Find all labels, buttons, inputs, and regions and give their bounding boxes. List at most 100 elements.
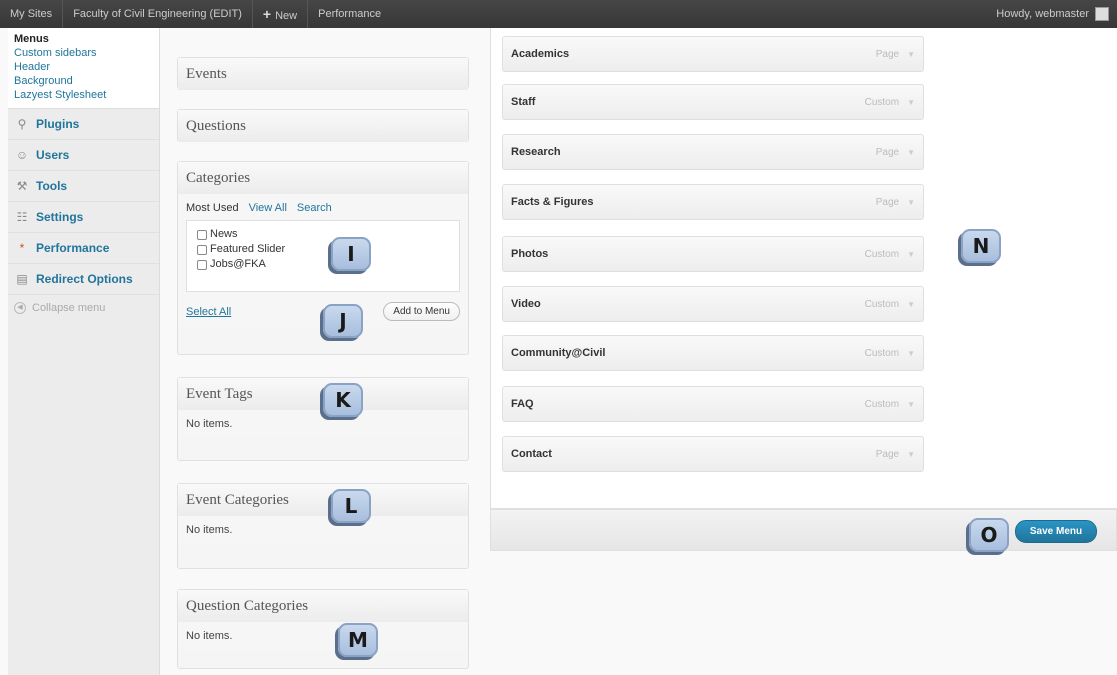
menu-item-type: Page bbox=[875, 147, 900, 158]
menu-item-type: Custom bbox=[864, 97, 900, 108]
collapse-menu-button[interactable]: ◀ Collapse menu bbox=[8, 295, 159, 321]
menu-item-row[interactable]: Photos Custom ▼ bbox=[502, 236, 924, 272]
event-categories-box: Event Categories No items. bbox=[177, 483, 469, 569]
appearance-submenu: Menus Custom sidebars Header Background … bbox=[8, 28, 159, 109]
menu-item-title: FAQ bbox=[511, 398, 534, 410]
sidebar-item-label: Users bbox=[36, 148, 70, 162]
expand-arrow-icon[interactable]: ▼ bbox=[907, 450, 915, 459]
submenu-item-header[interactable]: Header bbox=[8, 60, 159, 74]
submenu-item-background[interactable]: Background bbox=[8, 74, 159, 88]
callout-marker: K bbox=[323, 383, 363, 417]
submenu-item-menus[interactable]: Menus bbox=[8, 32, 159, 46]
sidebar-item-users[interactable]: ☺ Users bbox=[8, 140, 159, 171]
event-tags-empty: No items. bbox=[178, 410, 468, 438]
users-icon: ☺ bbox=[15, 148, 29, 162]
tab-most-used[interactable]: Most Used bbox=[186, 202, 239, 214]
expand-arrow-icon[interactable]: ▼ bbox=[907, 198, 915, 207]
question-categories-box-title[interactable]: Question Categories bbox=[178, 590, 468, 622]
categories-box-title[interactable]: Categories bbox=[178, 162, 468, 194]
menu-item-title: Facts & Figures bbox=[511, 196, 594, 208]
submenu-item-custom-sidebars[interactable]: Custom sidebars bbox=[8, 46, 159, 60]
callout-marker: N bbox=[961, 229, 1001, 263]
admin-bar: My Sites Faculty of Civil Engineering (E… bbox=[0, 0, 1117, 28]
expand-arrow-icon[interactable]: ▼ bbox=[907, 349, 915, 358]
menu-item-row[interactable]: Contact Page ▼ bbox=[502, 436, 924, 472]
menu-item-row[interactable]: Community@Civil Custom ▼ bbox=[502, 335, 924, 371]
redirect-icon: ▤ bbox=[16, 272, 28, 286]
howdy-link[interactable]: Howdy, webmaster bbox=[986, 0, 1089, 28]
save-menu-button[interactable]: Save Menu bbox=[1015, 520, 1097, 543]
callout-marker: J bbox=[323, 304, 363, 338]
sidebar-item-label: Redirect Options bbox=[36, 272, 133, 286]
menu-item-title: Academics bbox=[511, 48, 570, 60]
menu-item-row[interactable]: Staff Custom ▼ bbox=[502, 84, 924, 120]
tab-view-all[interactable]: View All bbox=[249, 202, 287, 214]
expand-arrow-icon[interactable]: ▼ bbox=[907, 250, 915, 259]
menu-item-type: Page bbox=[875, 449, 900, 460]
select-all-link[interactable]: Select All bbox=[186, 306, 231, 318]
my-sites-link[interactable]: My Sites bbox=[0, 0, 62, 28]
categories-checklist: News Featured Slider Jobs@FKA bbox=[186, 220, 460, 292]
sidebar-item-tools[interactable]: ⚒ Tools bbox=[8, 171, 159, 202]
menu-item-title: Contact bbox=[511, 448, 552, 460]
questions-box: Questions bbox=[177, 109, 469, 142]
expand-arrow-icon[interactable]: ▼ bbox=[907, 98, 915, 107]
expand-arrow-icon[interactable]: ▼ bbox=[907, 148, 915, 157]
checkbox-news[interactable] bbox=[197, 229, 207, 240]
admin-sidebar: Menus Custom sidebars Header Background … bbox=[8, 28, 160, 675]
tab-search[interactable]: Search bbox=[297, 202, 332, 214]
checkbox-label: Featured Slider bbox=[210, 243, 286, 255]
list-item: Jobs@FKA bbox=[197, 257, 449, 272]
question-categories-box: Question Categories No items. bbox=[177, 589, 469, 669]
event-categories-empty: No items. bbox=[178, 516, 468, 544]
menu-item-row[interactable]: FAQ Custom ▼ bbox=[502, 386, 924, 422]
sidebar-item-performance[interactable]: * Performance bbox=[8, 233, 159, 264]
menu-item-row[interactable]: Academics Page ▼ bbox=[502, 36, 924, 72]
performance-link[interactable]: Performance bbox=[307, 0, 391, 28]
site-name-link[interactable]: Faculty of Civil Engineering (EDIT) bbox=[62, 0, 252, 28]
performance-icon: * bbox=[19, 241, 25, 255]
list-item: News bbox=[197, 227, 449, 242]
menu-item-row[interactable]: Video Custom ▼ bbox=[502, 286, 924, 322]
checkbox-featured-slider[interactable] bbox=[197, 244, 207, 255]
plus-icon: + bbox=[262, 6, 272, 22]
expand-arrow-icon[interactable]: ▼ bbox=[907, 400, 915, 409]
sidebar-item-redirect-options[interactable]: ▤ Redirect Options bbox=[8, 264, 159, 295]
callout-marker: M bbox=[338, 623, 378, 657]
sidebar-item-label: Plugins bbox=[36, 117, 80, 131]
menu-item-row[interactable]: Facts & Figures Page ▼ bbox=[502, 184, 924, 220]
menu-item-title: Community@Civil bbox=[511, 347, 606, 359]
checkbox-jobs[interactable] bbox=[197, 259, 207, 270]
collapse-menu-label: Collapse menu bbox=[32, 302, 106, 314]
event-categories-box-title[interactable]: Event Categories bbox=[178, 484, 468, 516]
menu-item-title: Video bbox=[511, 298, 541, 310]
collapse-icon: ◀ bbox=[14, 302, 26, 314]
sidebar-item-label: Tools bbox=[36, 179, 68, 193]
add-to-menu-button[interactable]: Add to Menu bbox=[383, 302, 460, 321]
checkbox-label: News bbox=[210, 228, 238, 240]
menu-item-type: Page bbox=[875, 197, 900, 208]
sidebar-item-plugins[interactable]: ⚲ Plugins bbox=[8, 109, 159, 140]
expand-arrow-icon[interactable]: ▼ bbox=[907, 50, 915, 59]
menu-item-type: Page bbox=[875, 49, 900, 60]
submenu-item-lazyest-stylesheet[interactable]: Lazyest Stylesheet bbox=[8, 88, 159, 102]
events-box: Events bbox=[177, 57, 469, 90]
menu-item-type: Custom bbox=[864, 348, 900, 359]
new-content-link[interactable]: + New bbox=[251, 0, 307, 28]
menu-item-title: Research bbox=[511, 146, 561, 158]
categories-tabs: Most Used View All Search bbox=[186, 202, 460, 220]
callout-marker: L bbox=[331, 489, 371, 523]
events-box-title[interactable]: Events bbox=[178, 58, 468, 90]
sidebar-item-label: Performance bbox=[36, 241, 110, 255]
sidebar-item-settings[interactable]: ☷ Settings bbox=[8, 202, 159, 233]
settings-icon: ☷ bbox=[16, 210, 28, 224]
menu-item-title: Staff bbox=[511, 96, 536, 108]
questions-box-title[interactable]: Questions bbox=[178, 110, 468, 142]
list-item: Featured Slider bbox=[197, 242, 449, 257]
question-categories-empty: No items. bbox=[178, 622, 468, 650]
tools-icon: ⚒ bbox=[16, 179, 28, 193]
avatar[interactable] bbox=[1095, 7, 1109, 21]
expand-arrow-icon[interactable]: ▼ bbox=[907, 300, 915, 309]
plugin-icon: ⚲ bbox=[17, 117, 27, 131]
menu-item-row[interactable]: Research Page ▼ bbox=[502, 134, 924, 170]
